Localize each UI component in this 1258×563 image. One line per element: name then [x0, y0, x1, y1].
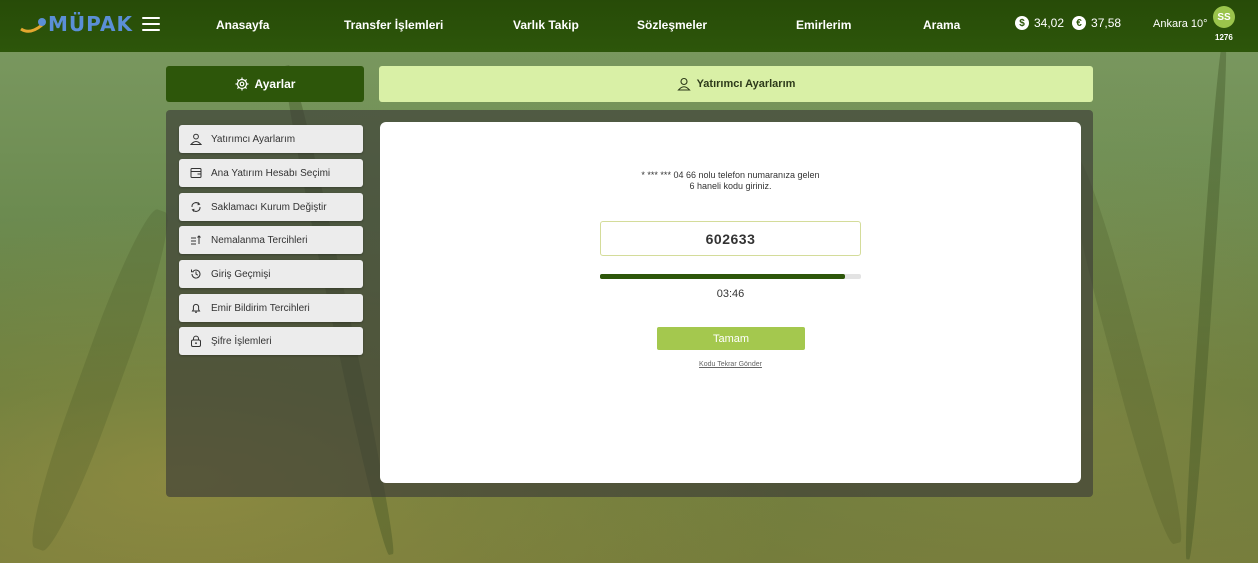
- user-avatar[interactable]: SS: [1213, 6, 1235, 28]
- sidebar-item-label: Nemalanma Tercihleri: [211, 234, 308, 246]
- weather-info: Ankara 10°: [1153, 18, 1208, 30]
- sidebar-item-label: Emir Bildirim Tercihleri: [211, 302, 310, 314]
- history-icon: [189, 267, 203, 281]
- user-number: 1276: [1215, 33, 1233, 42]
- top-navigation-bar: MÜPAK Anasayfa Transfer İşlemleri Varlık…: [0, 0, 1258, 52]
- gear-icon: [235, 77, 249, 91]
- submit-button[interactable]: Tamam: [657, 327, 805, 350]
- countdown-progress-bar: [600, 274, 861, 279]
- brand-name: MÜPAK: [48, 12, 133, 36]
- lock-icon: [189, 334, 203, 348]
- nav-item-transfer[interactable]: Transfer İşlemleri: [344, 18, 443, 32]
- resend-code-link[interactable]: Kodu Tekrar Gönder: [600, 361, 861, 368]
- sidebar-item-label: Yatırımcı Ayarlarım: [211, 133, 296, 145]
- sidebar-item-label: Saklamacı Kurum Değiştir: [211, 201, 327, 213]
- bell-icon: [189, 301, 203, 315]
- sms-message-line1: * *** *** 04 66 nolu telefon numaranıza …: [641, 170, 820, 180]
- sidebar-item-label: Şifre İşlemleri: [211, 335, 272, 347]
- sidebar-item-yatirimci-ayarlarim[interactable]: Yatırımcı Ayarlarım: [179, 125, 363, 153]
- wallet-icon: [189, 166, 203, 180]
- background-stalk: [19, 204, 181, 556]
- user-icon: [676, 77, 691, 91]
- settings-tab[interactable]: Ayarlar: [166, 66, 364, 102]
- sidebar-item-nemalanma[interactable]: Nemalanma Tercihleri: [179, 226, 363, 254]
- countdown-progress-fill: [600, 274, 846, 279]
- section-title: Yatırımcı Ayarlarım: [696, 78, 796, 90]
- sms-message-line2: 6 haneli kodu giriniz.: [689, 181, 772, 191]
- sidebar-item-label: Giriş Geçmişi: [211, 268, 271, 280]
- sidebar-item-giris-gecmisi[interactable]: Giriş Geçmişi: [179, 260, 363, 288]
- brand-logo[interactable]: MÜPAK: [20, 12, 133, 36]
- settings-tab-label: Ayarlar: [254, 77, 296, 91]
- countdown-timer: 03:46: [716, 288, 745, 300]
- background-stalk: [1181, 40, 1231, 560]
- hamburger-menu-icon[interactable]: [142, 17, 160, 31]
- user-icon: [189, 132, 203, 146]
- nav-item-arama[interactable]: Arama: [923, 18, 960, 32]
- exchange-rates: $ 34,02 € 37,58: [1015, 16, 1129, 30]
- nav-item-sozlesmeler[interactable]: Sözleşmeler: [637, 18, 707, 32]
- sidebar-item-sifre-islemleri[interactable]: Şifre İşlemleri: [179, 327, 363, 355]
- dollar-icon: $: [1015, 16, 1029, 30]
- nav-item-emirlerim[interactable]: Emirlerim: [796, 18, 851, 32]
- sidebar-item-label: Ana Yatırım Hesabı Seçimi: [211, 167, 331, 179]
- logo-icon: [20, 18, 46, 33]
- section-header: Yatırımcı Ayarlarım: [379, 66, 1093, 102]
- nav-item-anasayfa[interactable]: Anasayfa: [216, 18, 269, 32]
- sort-icon: [189, 233, 203, 247]
- nav-item-varlik-takip[interactable]: Varlık Takip: [513, 18, 579, 32]
- sidebar-item-ana-yatirim-hesabi[interactable]: Ana Yatırım Hesabı Seçimi: [179, 159, 363, 187]
- usd-rate: 34,02: [1034, 16, 1065, 30]
- sidebar-item-emir-bildirim[interactable]: Emir Bildirim Tercihleri: [179, 294, 363, 322]
- eur-rate: 37,58: [1091, 16, 1122, 30]
- sidebar-item-saklamaci-kurum[interactable]: Saklamacı Kurum Değiştir: [179, 193, 363, 221]
- verification-code-input[interactable]: 602633: [600, 221, 861, 256]
- euro-icon: €: [1072, 16, 1087, 30]
- refresh-icon: [189, 200, 203, 214]
